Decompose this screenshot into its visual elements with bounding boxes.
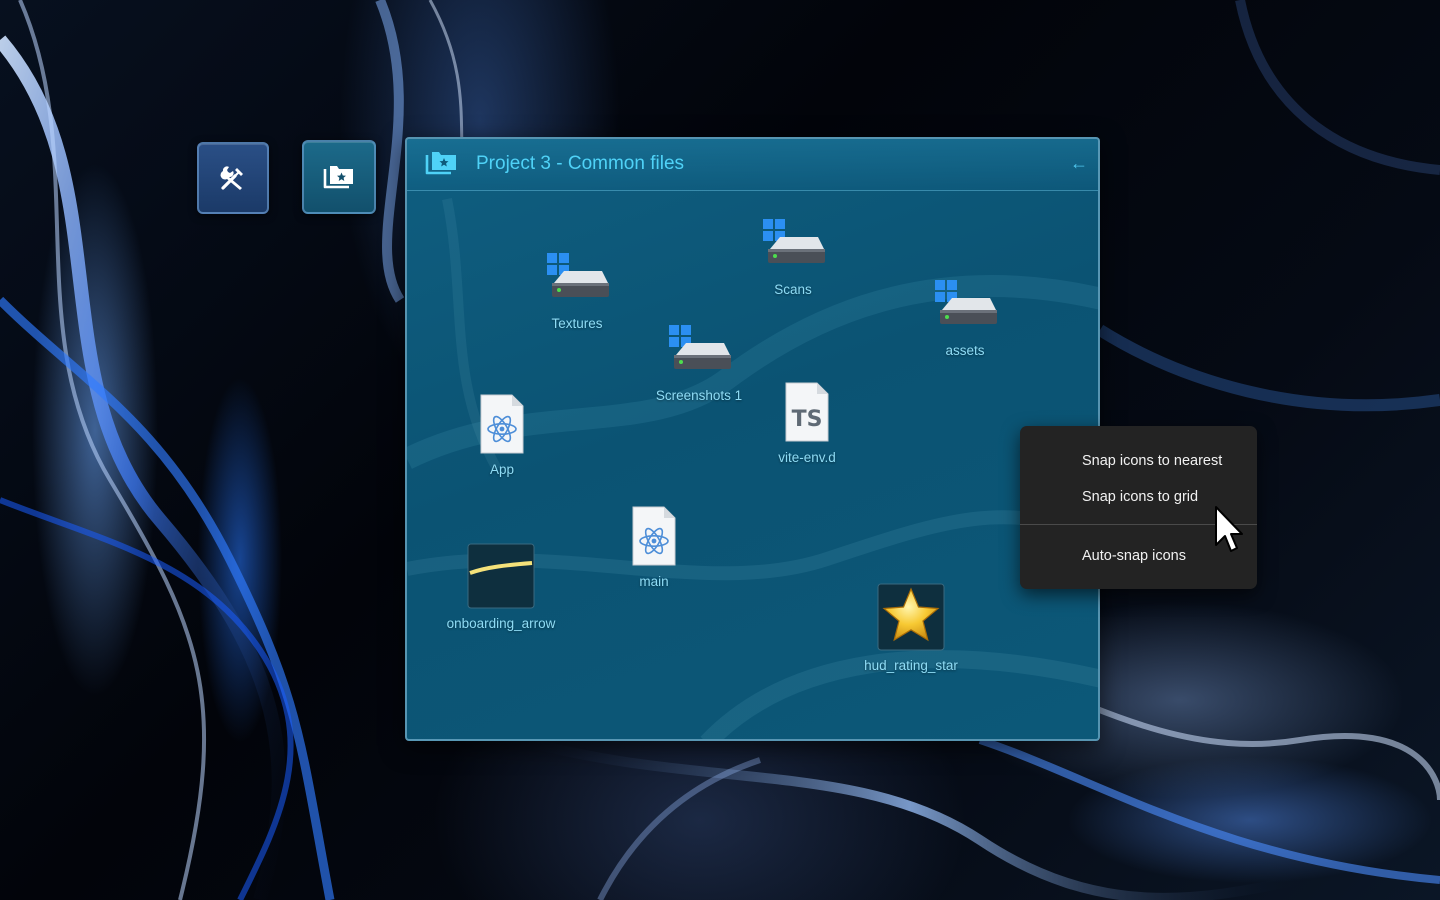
file-item-label: vite-env.d [778,450,836,465]
file-item-onboarding-arrow[interactable]: onboarding_arrow [445,543,557,632]
file-item-label: Scans [774,282,812,297]
react-file-icon [632,506,676,566]
menu-item-snap-to-grid[interactable]: Snap icons to grid [1020,481,1257,513]
file-item-label: hud_rating_star [864,658,958,673]
file-item-label: App [489,462,515,477]
menu-item-auto-snap[interactable]: Auto-snap icons [1020,540,1257,572]
drive-icon [547,253,609,297]
file-item-screenshots-1[interactable]: Screenshots 1 [641,321,757,404]
folder-star-icon [425,152,456,175]
file-item-label: Screenshots 1 [655,388,743,403]
file-item-label: assets [945,343,985,358]
file-window: Project 3 - Common files ← Textures Scan… [405,137,1100,741]
file-item-label: Textures [551,316,603,331]
window-titlebar[interactable]: Project 3 - Common files ← [407,139,1098,191]
react-file-icon [480,394,524,454]
file-item-label: main [639,574,669,589]
ts-badge: TS [792,407,823,432]
window-title: Project 3 - Common files [476,153,685,174]
drive-icon [935,280,997,324]
star-image-icon [877,583,945,651]
drive-icon [763,219,825,263]
file-item-label: onboarding_arrow [446,616,556,631]
arrow-left-icon[interactable]: ← [1070,153,1088,174]
file-item-vite-env-d[interactable]: TS vite-env.d [762,381,852,466]
desktop: Project 3 - Common files ← Textures Scan… [0,0,1440,900]
file-item-assets[interactable]: assets [910,276,1020,359]
dock-favorite-folder-button[interactable] [302,140,376,214]
file-item-scans[interactable]: Scans [738,215,848,298]
typescript-file-icon: TS [785,382,829,442]
dock-tools-button[interactable] [197,142,269,214]
file-item-app[interactable]: App [462,393,542,478]
file-item-textures[interactable]: Textures [522,249,632,332]
file-item-main[interactable]: main [614,505,694,590]
file-item-hud-rating-star[interactable]: hud_rating_star [856,583,966,674]
tools-icon [220,166,243,190]
menu-item-snap-to-nearest[interactable]: Snap icons to nearest [1020,445,1257,477]
image-thumbnail-icon [467,543,535,609]
folder-star-icon [323,166,353,189]
context-menu: Snap icons to nearest Snap icons to grid… [1020,426,1257,589]
drive-icon [669,325,731,369]
menu-divider [1020,524,1257,525]
